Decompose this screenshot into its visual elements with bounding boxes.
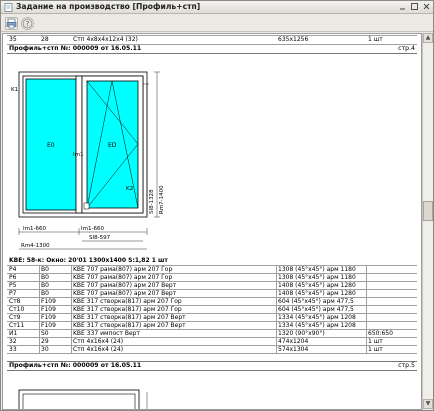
svg-text:?: ? (26, 20, 30, 28)
label-left-glass: E0 (47, 142, 55, 149)
scroll-down-button[interactable]: ▼ (423, 399, 433, 409)
order-header: Профиль+стп №: 000009 от 16.05.11 (9, 45, 142, 52)
column-rule (276, 265, 277, 353)
maximize-icon (411, 3, 418, 10)
dim-width-total: Rm4-1300 (21, 243, 50, 249)
column-rule (71, 265, 72, 353)
window-drawing: E0 ED K1 K2 Im1 SI8-1328 Rm7-1400 Im1-66… (11, 71, 165, 250)
title-bar: Задание на производство [Профиль+стп] (1, 1, 433, 14)
dim-width-left: Im1-660 (23, 226, 46, 232)
label-right-glass: ED (108, 142, 117, 149)
impost (75, 75, 83, 214)
minimize-icon (400, 8, 405, 10)
scroll-thumb[interactable] (423, 201, 433, 221)
label-k1: K1 (11, 87, 18, 93)
dim-width-right: Im1-660 (81, 226, 104, 232)
window-title: Задание на производство [Профиль+стп] (16, 2, 201, 11)
print-button[interactable] (5, 17, 18, 30)
page-rule (7, 370, 417, 371)
close-icon (423, 3, 430, 10)
dim-height-frame: Rm7-1400 (159, 185, 165, 214)
document-icon (4, 3, 13, 12)
page-number: стр.4 (398, 45, 415, 52)
order-header: Профиль+стп №: 000009 от 16.05.11 (9, 362, 142, 369)
page-number: стр.5 (398, 362, 415, 369)
minimize-button[interactable] (397, 2, 408, 12)
window: Задание на производство [Профиль+стп] ? (0, 0, 434, 411)
vertical-scrollbar[interactable]: ▲ ▼ (422, 33, 433, 410)
report-content[interactable]: 35 28 Стп 4х8х4х12х4 (32) 635х1256 1 шт … (2, 33, 422, 410)
handle-icon (83, 202, 90, 210)
product-title: KBE: 58-к: Окно: 20'01 1300х1400 S:1,82 … (9, 257, 168, 264)
page-header: Профиль+стп №: 000009 от 16.05.11 стр.4 (9, 44, 417, 53)
dim-width-sash: SI8-597 (89, 235, 111, 241)
cell-name: Стп 4х8х4х12х4 (32) (73, 36, 138, 43)
label-impost: Im1 (73, 152, 83, 158)
cell-size: 635х1256 (278, 36, 309, 43)
print-icon (6, 18, 17, 29)
cell-position: 35 (9, 36, 17, 43)
toolbar: ? (1, 15, 433, 32)
close-button[interactable] (421, 2, 432, 12)
column-rule (366, 265, 367, 353)
cell-quantity: 1 шт (368, 36, 383, 43)
window-drawing-next (18, 389, 148, 409)
label-k2: K2 (126, 186, 133, 192)
table-rule (7, 353, 417, 354)
cell-code: 28 (41, 36, 49, 43)
page-header: Профиль+стп №: 000009 от 16.05.11 стр.5 (9, 361, 417, 370)
column-rule (39, 265, 40, 353)
dim-height-sash: SI8-1328 (149, 189, 155, 214)
help-button[interactable]: ? (21, 17, 34, 30)
table-row: 35 28 Стп 4х8х4х12х4 (32) 635х1256 1 шт (7, 36, 417, 44)
help-icon: ? (22, 18, 33, 29)
scroll-up-button[interactable]: ▲ (423, 33, 433, 43)
maximize-button[interactable] (409, 2, 420, 12)
